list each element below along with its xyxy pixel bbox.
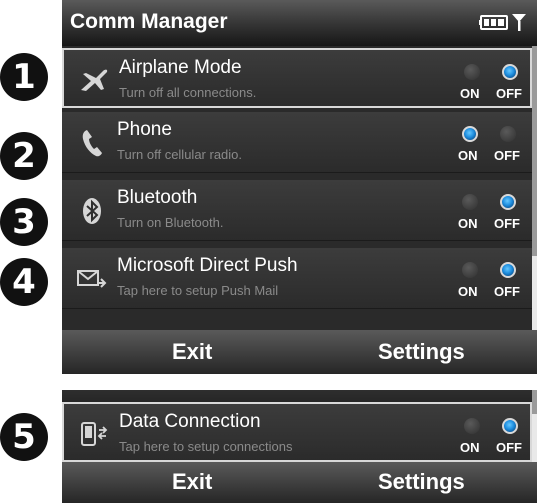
airplane-on-radio[interactable]: [464, 64, 480, 80]
on-label: ON: [460, 440, 480, 455]
on-label: ON: [460, 86, 480, 101]
settings-softkey[interactable]: Settings: [378, 339, 465, 365]
status-icons: [479, 10, 527, 34]
callout-badge-4: 4: [0, 258, 48, 306]
bluetooth-off-radio[interactable]: [500, 194, 516, 210]
battery-icon: [479, 14, 526, 32]
on-label: ON: [458, 148, 478, 163]
on-label: ON: [458, 284, 478, 299]
on-label: ON: [458, 216, 478, 231]
scrollbar-thumb[interactable]: [532, 390, 537, 414]
row-description: Turn on Bluetooth.: [117, 215, 224, 230]
phone-icon: [76, 128, 108, 158]
scrollbar-thumb[interactable]: [532, 46, 537, 256]
callout-badge-3: 3: [0, 198, 48, 246]
signal-icon: [512, 14, 526, 32]
off-label: OFF: [496, 86, 522, 101]
softkey-bar: Exit Settings: [62, 330, 537, 374]
data-connection-icon: [78, 420, 110, 450]
callout-badge-2: 2: [0, 132, 48, 180]
row-direct-push[interactable]: Microsoft Direct Push Tap here to setup …: [62, 248, 532, 309]
bluetooth-on-radio[interactable]: [462, 194, 478, 210]
settings-softkey[interactable]: Settings: [378, 469, 465, 495]
row-title: Data Connection: [119, 411, 261, 432]
callout-badge-1: 1: [0, 53, 48, 101]
off-label: OFF: [494, 148, 520, 163]
phone-on-radio[interactable]: [462, 126, 478, 142]
row-airplane-mode[interactable]: Airplane Mode Turn off all connections. …: [62, 48, 532, 108]
row-bluetooth[interactable]: Bluetooth Turn on Bluetooth. ON OFF: [62, 180, 532, 241]
bluetooth-icon: [76, 196, 108, 226]
row-description: Turn off all connections.: [119, 85, 257, 100]
direct-push-on-radio[interactable]: [462, 262, 478, 278]
softkey-bar: Exit Settings: [62, 462, 537, 503]
row-description: Tap here to setup Push Mail: [117, 283, 279, 298]
row-description: Turn off cellular radio.: [117, 147, 243, 162]
data-connection-off-radio[interactable]: [502, 418, 518, 434]
row-title: Microsoft Direct Push: [117, 255, 298, 276]
off-label: OFF: [496, 440, 522, 455]
mail-push-icon: [76, 264, 108, 294]
comm-manager-screen: Comm Manager Airplane Mode Turn off all: [62, 0, 537, 374]
data-connection-on-radio[interactable]: [464, 418, 480, 434]
row-title: Bluetooth: [117, 187, 198, 208]
direct-push-off-radio[interactable]: [500, 262, 516, 278]
title-bar: Comm Manager: [62, 0, 537, 46]
airplane-off-radio[interactable]: [502, 64, 518, 80]
row-data-connection[interactable]: Data Connection Tap here to setup connec…: [62, 402, 532, 462]
row-description: Tap here to setup connections: [119, 439, 293, 454]
callout-badge-5: 5: [0, 413, 48, 461]
off-label: OFF: [494, 216, 520, 231]
row-title: Airplane Mode: [119, 57, 242, 78]
off-label: OFF: [494, 284, 520, 299]
airplane-icon: [78, 66, 110, 96]
exit-softkey[interactable]: Exit: [172, 339, 212, 365]
exit-softkey[interactable]: Exit: [172, 469, 212, 495]
phone-off-radio[interactable]: [500, 126, 516, 142]
comm-manager-screen-scrolled: Data Connection Tap here to setup connec…: [62, 390, 537, 503]
row-title: Phone: [117, 119, 172, 140]
app-title: Comm Manager: [70, 10, 228, 33]
row-phone[interactable]: Phone Turn off cellular radio. ON OFF: [62, 112, 532, 173]
